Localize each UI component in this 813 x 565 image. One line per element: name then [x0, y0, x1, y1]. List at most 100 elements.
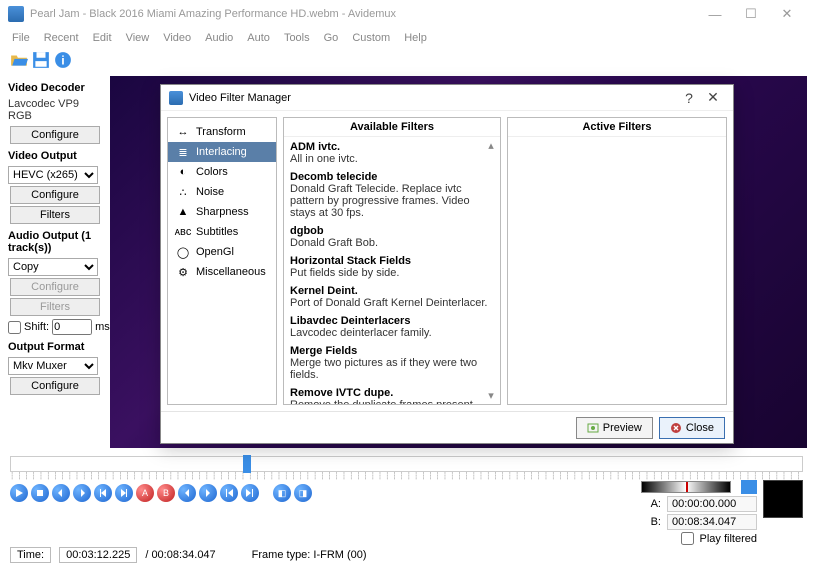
menu-video[interactable]: Video	[157, 30, 197, 46]
filter-description: All in one ivtc.	[290, 153, 494, 165]
preview-button[interactable]: Preview	[576, 417, 653, 439]
colors-icon: ◐	[176, 165, 190, 179]
set-marker-a-button[interactable]: A	[136, 484, 154, 502]
close-button[interactable]: Close	[659, 417, 725, 439]
close-icon	[670, 422, 682, 434]
window-maximize-button[interactable]: ☐	[733, 6, 769, 22]
set-marker-b-button[interactable]: B	[157, 484, 175, 502]
menu-view[interactable]: View	[120, 30, 156, 46]
available-filters-list[interactable]: ▴▾ ADM ivtc.All in one ivtc.Decomb telec…	[284, 136, 500, 404]
audio-shift-input[interactable]	[52, 319, 92, 335]
app-icon	[8, 6, 24, 22]
available-filter-item[interactable]: Libavdec DeinterlacersLavcodec deinterla…	[290, 315, 494, 339]
time-label: Time:	[10, 547, 51, 563]
menu-edit[interactable]: Edit	[87, 30, 118, 46]
next-keyframe-button[interactable]	[115, 484, 133, 502]
duration-value: / 00:08:34.047	[145, 549, 215, 561]
play-button[interactable]	[10, 484, 28, 502]
video-decoder-heading: Video Decoder	[8, 82, 102, 94]
opengl-icon: ◯	[176, 245, 190, 259]
interlacing-icon: ≣	[176, 145, 190, 159]
video-decoder-configure-button[interactable]: Configure	[10, 126, 100, 144]
thumbnail-toggle-button[interactable]	[741, 480, 757, 494]
video-output-configure-button[interactable]: Configure	[10, 186, 100, 204]
filter-category-miscellaneous[interactable]: ⚙Miscellaneous	[168, 262, 276, 282]
video-output-codec-select[interactable]: HEVC (x265)	[8, 166, 98, 184]
time-value[interactable]: 00:03:12.225	[59, 547, 137, 563]
filter-category-opengl[interactable]: ◯OpenGl	[168, 242, 276, 262]
menu-help[interactable]: Help	[398, 30, 433, 46]
scroll-down-icon[interactable]: ▾	[488, 389, 494, 402]
available-filter-item[interactable]: Remove IVTC dupe.Remove the duplicate fr…	[290, 387, 494, 404]
active-filters-list[interactable]	[508, 136, 726, 404]
video-output-filters-button[interactable]: Filters	[10, 206, 100, 224]
timeline-scrubber[interactable]	[10, 456, 803, 472]
menu-recent[interactable]: Recent	[38, 30, 85, 46]
filter-category-colors[interactable]: ◐Colors	[168, 162, 276, 182]
available-filter-item[interactable]: dgbobDonald Graft Bob.	[290, 225, 494, 249]
available-filter-item[interactable]: Merge FieldsMerge two pictures as if the…	[290, 345, 494, 381]
menu-auto[interactable]: Auto	[241, 30, 276, 46]
prev-keyframe-button[interactable]	[94, 484, 112, 502]
transform-icon: ↔	[176, 125, 190, 139]
dialog-help-button[interactable]: ?	[677, 90, 701, 106]
audio-shift-checkbox[interactable]	[8, 321, 21, 334]
video-filter-manager-dialog: Video Filter Manager ? ✕ ↔ Transform ≣Inte…	[160, 84, 734, 444]
navigation-gradient-bar[interactable]	[641, 481, 731, 493]
subtitles-icon: ᴀʙᴄ	[176, 225, 190, 239]
available-filters-column: Available Filters ▴▾ ADM ivtc.All in one…	[283, 117, 501, 405]
available-filter-item[interactable]: ADM ivtc.All in one ivtc.	[290, 141, 494, 165]
open-icon[interactable]	[10, 51, 28, 69]
goto-end-button[interactable]	[241, 484, 259, 502]
next-frame-button[interactable]	[73, 484, 91, 502]
window-close-button[interactable]: ✕	[769, 6, 805, 22]
dialog-title: Video Filter Manager	[189, 92, 677, 104]
marker-a-label: A:	[647, 498, 661, 510]
prev-frame-button[interactable]	[52, 484, 70, 502]
audio-output-configure-button[interactable]: Configure	[10, 278, 100, 296]
prev-black-frame-button[interactable]: ◧	[273, 484, 291, 502]
info-icon[interactable]: i	[54, 51, 72, 69]
frame-type-value: Frame type: I-FRM (00)	[252, 549, 367, 561]
filter-description: Remove the duplicate frames present afte…	[290, 399, 494, 404]
dialog-close-button[interactable]: ✕	[701, 89, 725, 106]
output-format-select[interactable]: Mkv Muxer	[8, 357, 98, 375]
filter-category-label: Subtitles	[196, 226, 238, 238]
play-filtered-checkbox[interactable]	[681, 532, 694, 545]
next-black-frame-button[interactable]: ◨	[294, 484, 312, 502]
menu-tools[interactable]: Tools	[278, 30, 316, 46]
menu-audio[interactable]: Audio	[199, 30, 239, 46]
audio-output-filters-button[interactable]: Filters	[10, 298, 100, 316]
filter-category-subtitles[interactable]: ᴀʙᴄ Subtitles	[168, 222, 276, 242]
available-filter-item[interactable]: Kernel Deint.Port of Donald Graft Kernel…	[290, 285, 494, 309]
marker-b-label: B:	[647, 516, 661, 528]
available-filter-item[interactable]: Horizontal Stack FieldsPut fields side b…	[290, 255, 494, 279]
audio-output-mode-select[interactable]: Copy	[8, 258, 98, 276]
menu-go[interactable]: Go	[318, 30, 345, 46]
scrollbar[interactable]: ▴▾	[484, 139, 498, 402]
filter-name: Merge Fields	[290, 345, 494, 357]
marker-b-value: 00:08:34.047	[667, 514, 757, 530]
filter-category-label: Transform	[196, 126, 246, 138]
next-cut-button[interactable]	[199, 484, 217, 502]
menu-file[interactable]: File	[6, 30, 36, 46]
filter-category-noise[interactable]: ∴Noise	[168, 182, 276, 202]
filter-category-transform[interactable]: ↔ Transform	[168, 122, 276, 142]
main-toolbar: i	[0, 48, 813, 72]
filter-name: Libavdec Deinterlacers	[290, 315, 494, 327]
audio-shift-unit: ms	[95, 321, 110, 333]
goto-start-button[interactable]	[220, 484, 238, 502]
save-icon[interactable]	[32, 51, 50, 69]
playhead-icon[interactable]	[243, 455, 251, 473]
available-filter-item[interactable]: Decomb telecideDonald Graft Telecide. Re…	[290, 171, 494, 219]
scroll-up-icon[interactable]: ▴	[488, 139, 494, 152]
window-minimize-button[interactable]: —	[697, 7, 733, 22]
sharpness-icon: ▲	[176, 205, 190, 219]
filter-category-sharpness[interactable]: ▲Sharpness	[168, 202, 276, 222]
prev-cut-button[interactable]	[178, 484, 196, 502]
menu-custom[interactable]: Custom	[346, 30, 396, 46]
filter-category-interlacing[interactable]: ≣Interlacing	[168, 142, 276, 162]
output-format-configure-button[interactable]: Configure	[10, 377, 100, 395]
active-filters-heading: Active Filters	[508, 118, 726, 136]
stop-button[interactable]	[31, 484, 49, 502]
